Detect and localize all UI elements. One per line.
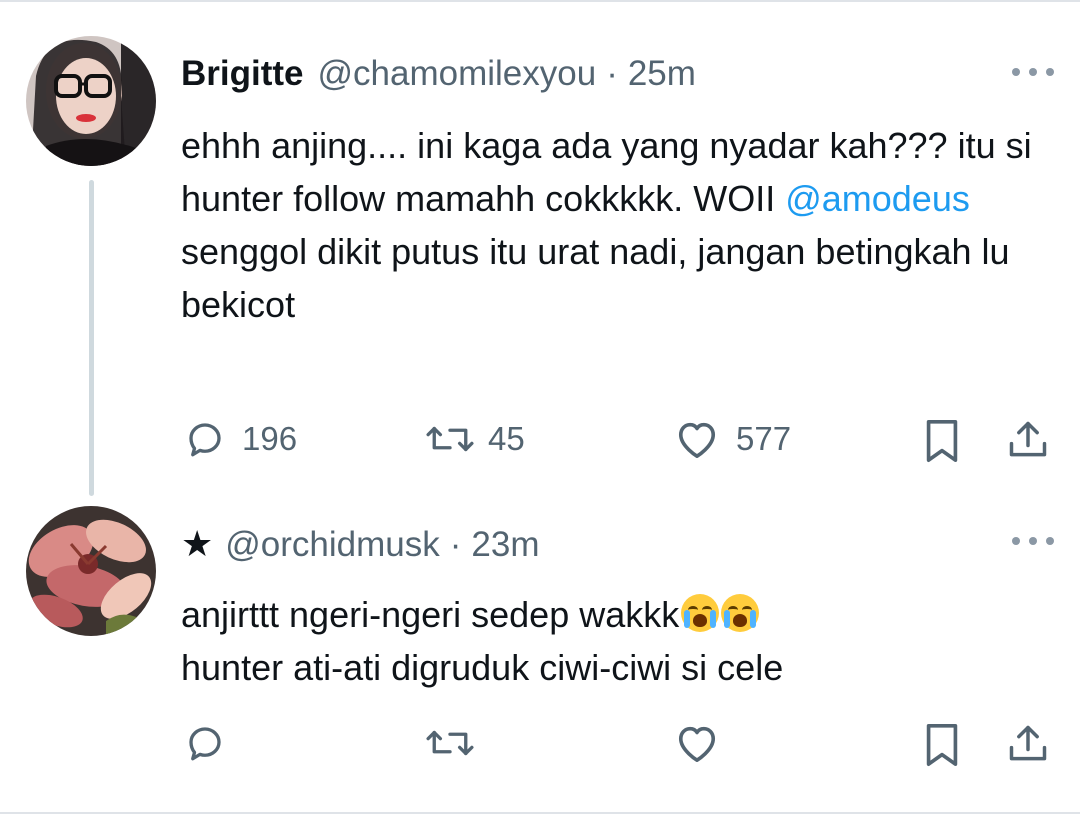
bookmark-icon: [926, 420, 958, 462]
timestamp[interactable]: 23m: [471, 525, 539, 565]
heart-icon: [678, 726, 716, 762]
reply-icon: [189, 423, 221, 457]
loudly-crying-face-icon: [679, 594, 760, 635]
avatar[interactable]: [26, 36, 156, 166]
share-icon: [1009, 725, 1047, 761]
tweet-text-part-1: anjirttt ngeri-ngeri sedep wakkk: [181, 594, 680, 635]
tweet-text: anjirttt ngeri-ngeri sedep wakkk hunter …: [181, 588, 1041, 694]
avatar-image: [26, 36, 156, 166]
more-options-icon[interactable]: [1012, 66, 1054, 78]
reply-button[interactable]: [184, 722, 226, 764]
retweet-icon: [426, 426, 474, 452]
star-icon: ★: [181, 523, 214, 564]
retweet-button[interactable]: [424, 722, 476, 764]
tweet-text-line-2: hunter ati-ati digruduk ciwi-ciwi si cel…: [181, 647, 784, 688]
user-handle[interactable]: @orchidmusk: [225, 525, 439, 565]
reply-button[interactable]: 196: [184, 418, 297, 460]
retweet-count: 45: [488, 420, 525, 457]
share-button[interactable]: [1006, 418, 1050, 462]
retweet-button[interactable]: 45: [424, 418, 525, 460]
tweet-text-line-1: anjirttt ngeri-ngeri sedep wakkk: [181, 588, 1041, 641]
bookmark-icon: [926, 724, 958, 766]
display-name[interactable]: Brigitte: [181, 54, 304, 94]
reply-count: 196: [242, 420, 298, 457]
tweet-actions: [0, 722, 1080, 772]
share-button[interactable]: [1006, 722, 1050, 766]
more-options-icon[interactable]: [1012, 535, 1054, 547]
share-icon: [1009, 421, 1047, 457]
retweet-icon: [426, 730, 474, 756]
like-button[interactable]: 577: [674, 418, 791, 460]
mention-link[interactable]: @amodeus: [785, 178, 970, 219]
heart-icon: [678, 422, 716, 458]
tweet-actions: 196 45 577: [0, 418, 1080, 468]
bookmark-button[interactable]: [922, 418, 962, 464]
tweet-header: Brigitte @chamomilexyou · 25m: [181, 54, 696, 94]
avatar-image: [26, 506, 156, 636]
like-count: 577: [736, 420, 792, 457]
avatar[interactable]: [26, 506, 156, 636]
timestamp[interactable]: 25m: [628, 54, 696, 94]
reply-icon: [189, 727, 221, 761]
tweet-text: ehhh anjing.... ini kaga ada yang nyadar…: [181, 119, 1041, 331]
tweet-header: ★ @orchidmusk · 23m: [181, 523, 540, 565]
like-button[interactable]: [674, 722, 720, 764]
tweet-thread: Brigitte @chamomilexyou · 25m ehhh anjin…: [0, 0, 1080, 814]
tweet-text-part-3: senggol dikit putus itu urat nadi, janga…: [181, 231, 1010, 325]
separator-dot: ·: [606, 54, 618, 93]
bookmark-button[interactable]: [922, 722, 962, 768]
user-handle[interactable]: @chamomilexyou: [318, 54, 597, 94]
separator-dot: ·: [449, 525, 462, 564]
